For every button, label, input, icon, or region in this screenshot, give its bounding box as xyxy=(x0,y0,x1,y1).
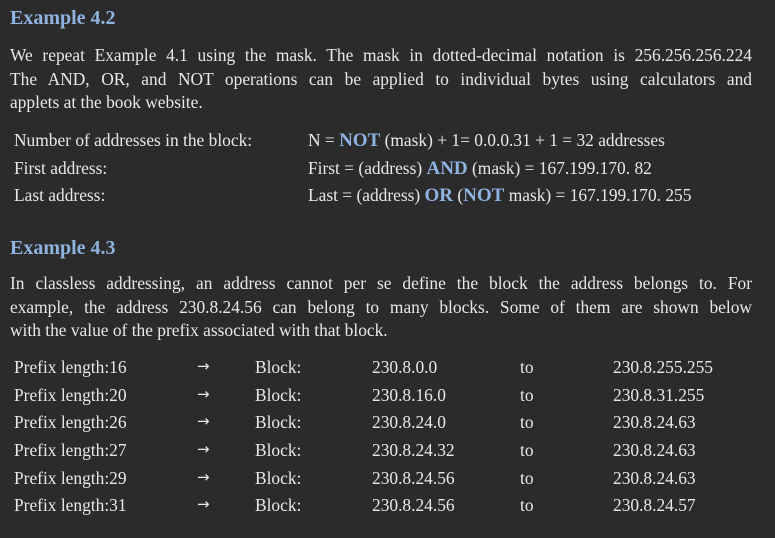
block-label: Block: xyxy=(255,412,302,432)
to-label: to xyxy=(520,357,534,377)
arrow-right-icon: → xyxy=(197,495,210,513)
example-4-3-heading: Example 4.3 xyxy=(10,237,116,259)
row-formula: N = NOT (mask) + 1= 0.0.0.31 + 1 = 32 ad… xyxy=(308,130,665,152)
formula-keyword: OR xyxy=(424,185,454,206)
formula-text: (mask) + 1= 0.0.0.31 + 1 = 32 addresses xyxy=(380,130,665,150)
prefix-length: Prefix length:26 xyxy=(14,412,127,432)
block-end: 230.8.31.255 xyxy=(613,385,705,405)
row-label: Last address: xyxy=(14,185,106,205)
arrow-right-icon: → xyxy=(197,357,210,375)
block-start: 230.8.24.56 xyxy=(372,468,455,488)
to-label: to xyxy=(520,412,534,432)
block-end: 230.8.255.255 xyxy=(613,357,713,377)
block-label: Block: xyxy=(255,440,302,460)
block-start: 230.8.24.32 xyxy=(372,440,455,460)
arrow-right-icon: → xyxy=(197,412,210,430)
to-label: to xyxy=(520,385,534,405)
block-end: 230.8.24.63 xyxy=(613,440,696,460)
example-4-3-paragraph: In classless addressing, an address cann… xyxy=(10,272,752,343)
paragraph-line: with the value of the prefix associated … xyxy=(10,320,388,340)
paragraph-line: In classless addressing, an address cann… xyxy=(10,273,752,293)
block-label: Block: xyxy=(255,495,302,515)
to-label: to xyxy=(520,495,534,515)
formula-keyword: AND xyxy=(426,158,468,179)
example-4-2-heading: Example 4.2 xyxy=(10,7,116,29)
paragraph-line: applets at the book website. xyxy=(10,92,203,112)
block-end: 230.8.24.63 xyxy=(613,468,696,488)
block-start: 230.8.24.56 xyxy=(372,495,455,515)
formula-text: mask) = 167.199.170. 255 xyxy=(504,185,692,205)
row-label: Number of addresses in the block: xyxy=(14,130,253,150)
row-formula: First = (address) AND (mask) = 167.199.1… xyxy=(308,158,652,180)
block-end: 230.8.24.57 xyxy=(613,495,696,515)
prefix-length: Prefix length:29 xyxy=(14,468,127,488)
formula-text: ( xyxy=(453,185,464,205)
paragraph-line: The AND, OR, and NOT operations can be a… xyxy=(10,68,752,89)
prefix-length: Prefix length:27 xyxy=(14,440,127,460)
formula-text: (mask) = 167.199.170. 82 xyxy=(467,158,652,178)
paragraph-line: We repeat Example 4.1 using the mask. Th… xyxy=(10,45,752,65)
prefix-length: Prefix length:20 xyxy=(14,385,127,405)
block-label: Block: xyxy=(255,468,302,488)
block-label: Block: xyxy=(255,357,302,377)
prefix-length: Prefix length:16 xyxy=(14,357,127,377)
formula-text: Last = (address) xyxy=(308,185,425,205)
to-label: to xyxy=(520,440,534,460)
block-end: 230.8.24.63 xyxy=(613,412,696,432)
formula-text: N = xyxy=(308,130,340,150)
example-4-2-paragraph: We repeat Example 4.1 using the mask. Th… xyxy=(10,44,752,115)
arrow-right-icon: → xyxy=(197,385,210,403)
to-label: to xyxy=(520,468,534,488)
arrow-right-icon: → xyxy=(197,440,210,458)
formula-text: First = (address) xyxy=(308,158,427,178)
block-start: 230.8.16.0 xyxy=(372,385,446,405)
formula-keyword: NOT xyxy=(463,185,505,206)
formula-keyword: NOT xyxy=(339,130,381,151)
prefix-length: Prefix length:31 xyxy=(14,495,127,515)
paragraph-line: example, the address 230.8.24.56 can bel… xyxy=(10,296,752,317)
block-start: 230.8.0.0 xyxy=(372,357,438,377)
row-formula: Last = (address) OR (NOT mask) = 167.199… xyxy=(308,185,691,207)
row-label: First address: xyxy=(14,158,108,178)
block-label: Block: xyxy=(255,385,302,405)
arrow-right-icon: → xyxy=(197,468,210,486)
block-start: 230.8.24.0 xyxy=(372,412,446,432)
document-page: Example 4.2 We repeat Example 4.1 using … xyxy=(0,0,775,538)
